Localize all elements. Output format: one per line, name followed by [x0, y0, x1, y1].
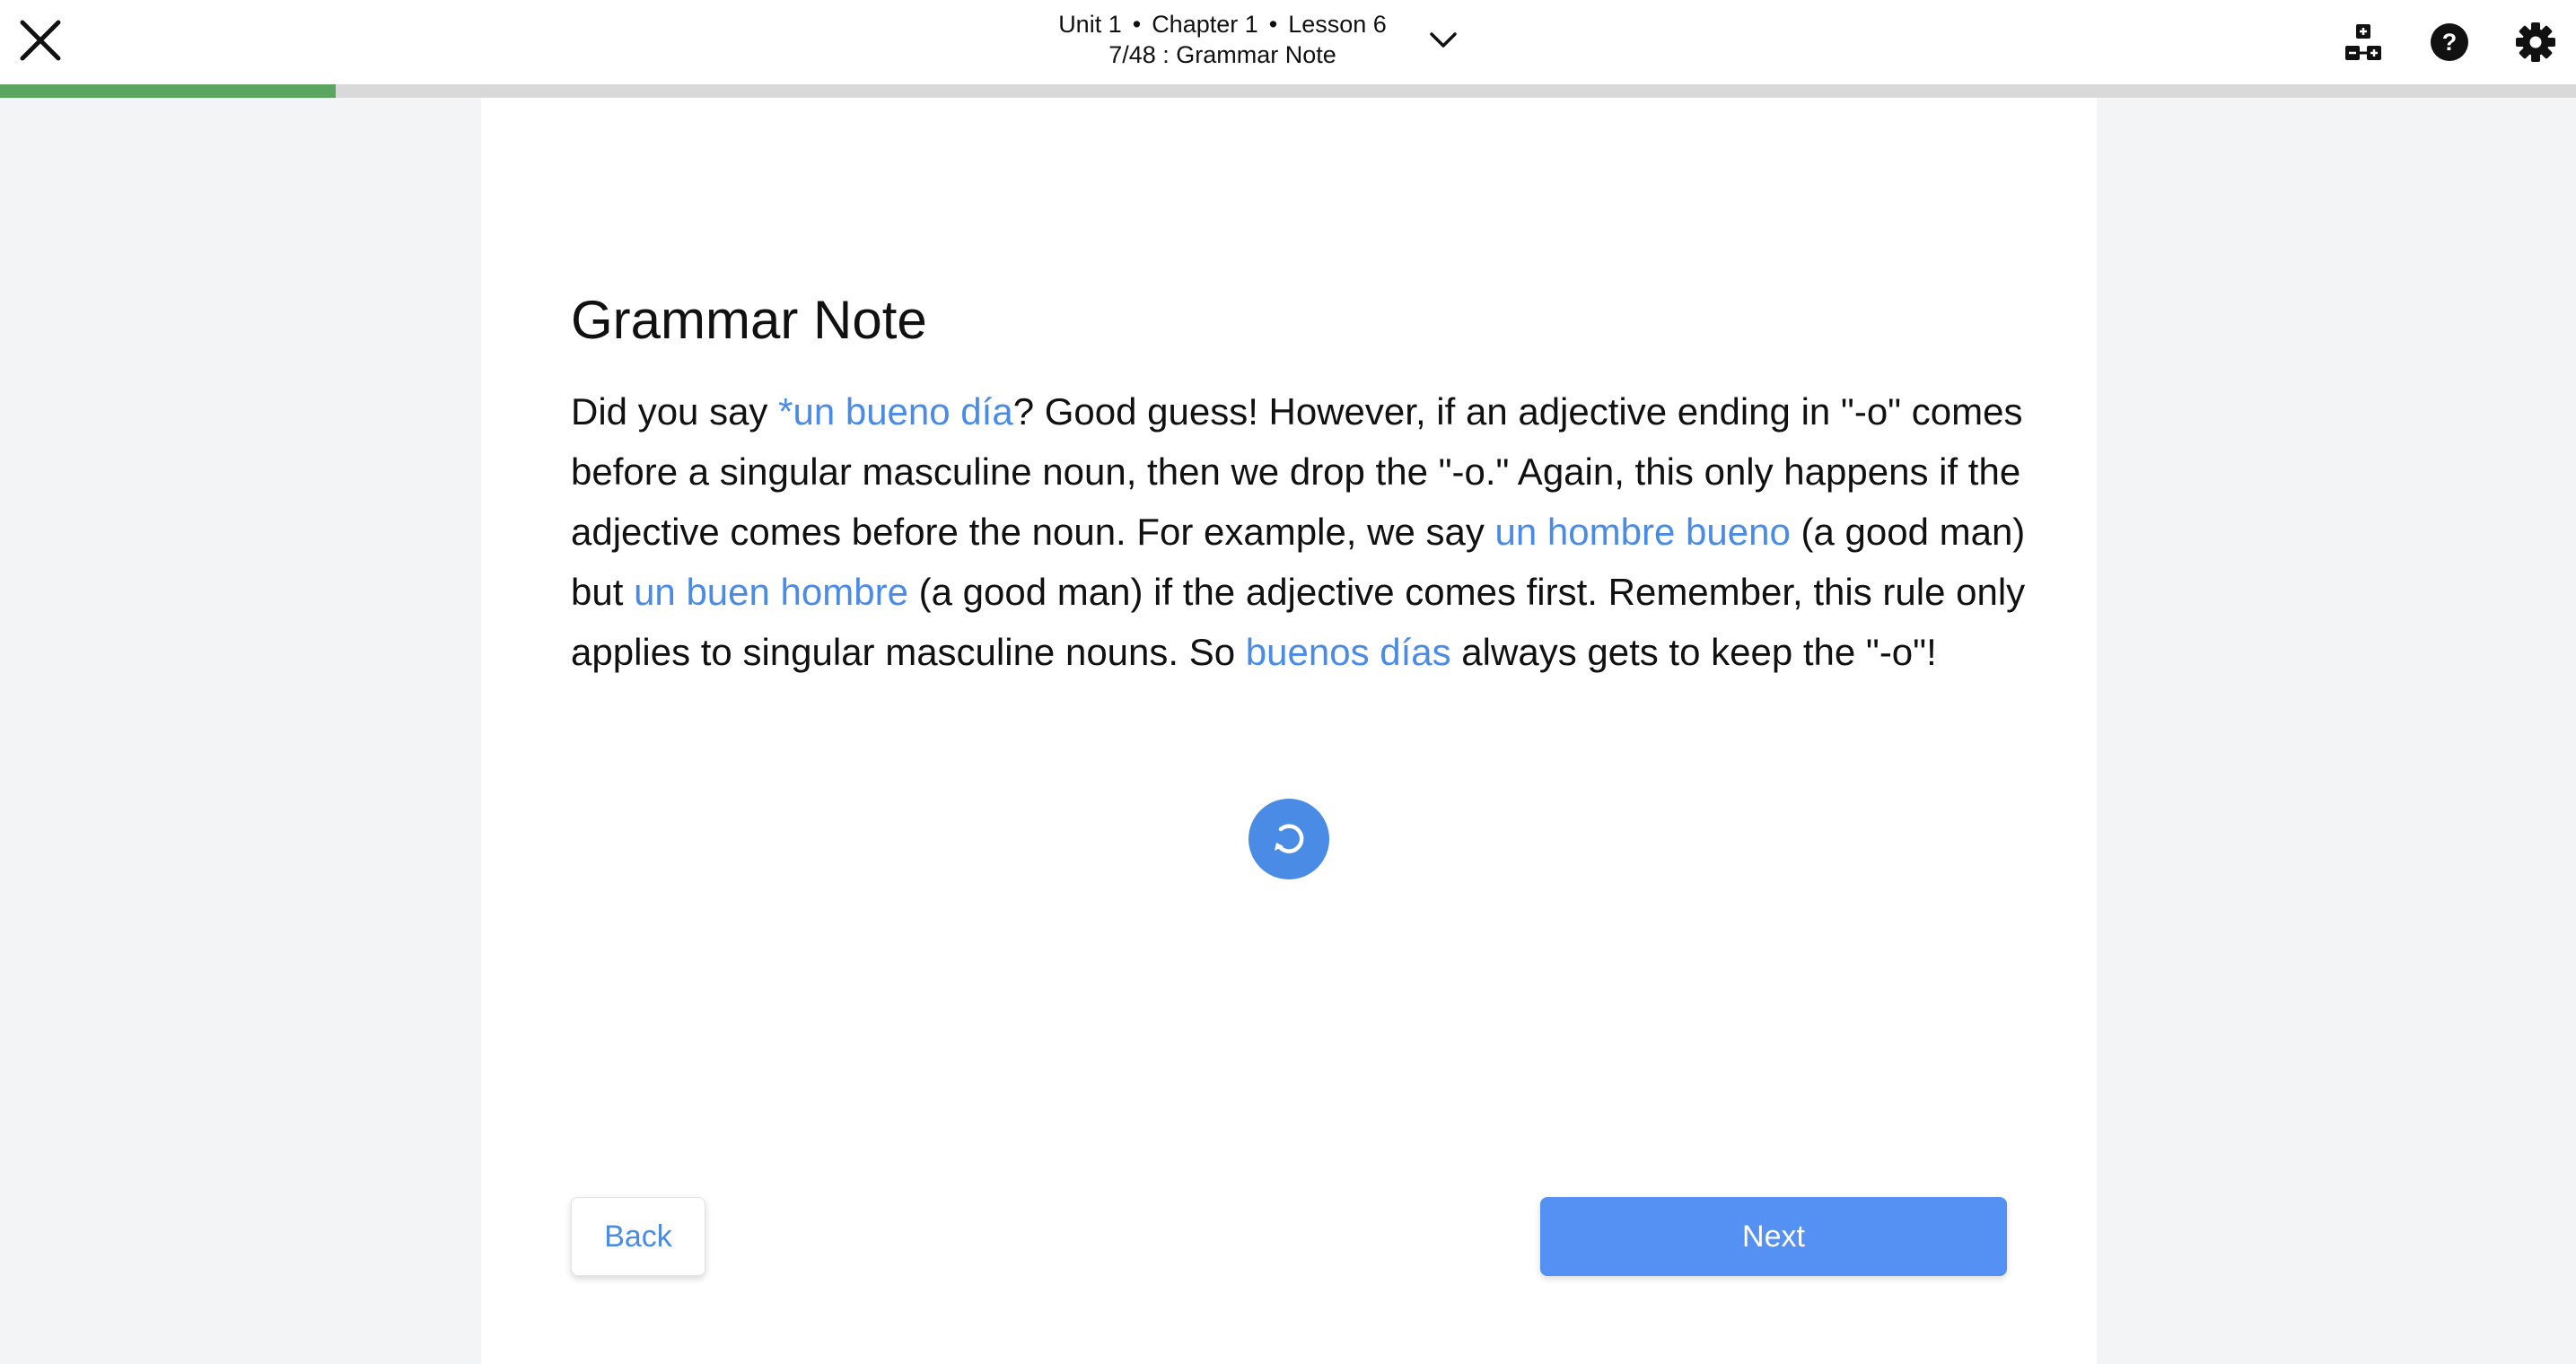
replay-icon [1275, 824, 1304, 853]
lesson-card: Grammar Note Did you say *un bueno día? … [481, 98, 2097, 1364]
note-text: always gets to keep the "-o"! [1450, 631, 1937, 673]
grammar-note-text: Did you say *un bueno día? Good guess! H… [571, 381, 2043, 682]
spanish-phrase-link[interactable]: *un bueno día [778, 390, 1013, 433]
close-icon[interactable] [13, 13, 68, 68]
lesson-breadcrumb[interactable]: Unit 1 • Chapter 1 • Lesson 6 7/48 : Grammar… [1005, 9, 1440, 70]
svg-text:?: ? [2442, 29, 2458, 56]
lesson-progress-bar [0, 84, 2576, 98]
breadcrumb-unit: Unit 1 [1058, 11, 1122, 38]
breadcrumb-separator: • [1268, 11, 1278, 38]
note-text: Did you say [571, 390, 779, 433]
breadcrumb-lesson: Lesson 6 [1288, 11, 1387, 38]
question-mark-icon[interactable]: ? [2425, 18, 2474, 66]
lesson-position: 7/48 : Grammar Note [1108, 41, 1336, 68]
replay-audio-button[interactable] [1249, 799, 1329, 879]
page-title: Grammar Note [571, 290, 927, 350]
lesson-progress-fill [0, 84, 336, 98]
breadcrumb-separator: • [1132, 11, 1142, 38]
spanish-phrase-link[interactable]: un buen hombre [634, 571, 908, 613]
gear-icon[interactable] [2511, 18, 2560, 66]
breadcrumb-chapter: Chapter 1 [1152, 11, 1258, 38]
chevron-down-icon[interactable] [1420, 20, 1467, 61]
flowchart-icon[interactable] [2339, 18, 2388, 66]
spanish-phrase-link[interactable]: un hombre bueno [1495, 511, 1791, 553]
next-button[interactable]: Next [1540, 1197, 2007, 1276]
back-button[interactable]: Back [571, 1197, 705, 1276]
breadcrumb-path: Unit 1 • Chapter 1 • Lesson 6 [1005, 9, 1440, 39]
spanish-phrase-link[interactable]: buenos días [1246, 631, 1451, 673]
top-bar: Unit 1 • Chapter 1 • Lesson 6 7/48 : Grammar… [0, 0, 2576, 84]
